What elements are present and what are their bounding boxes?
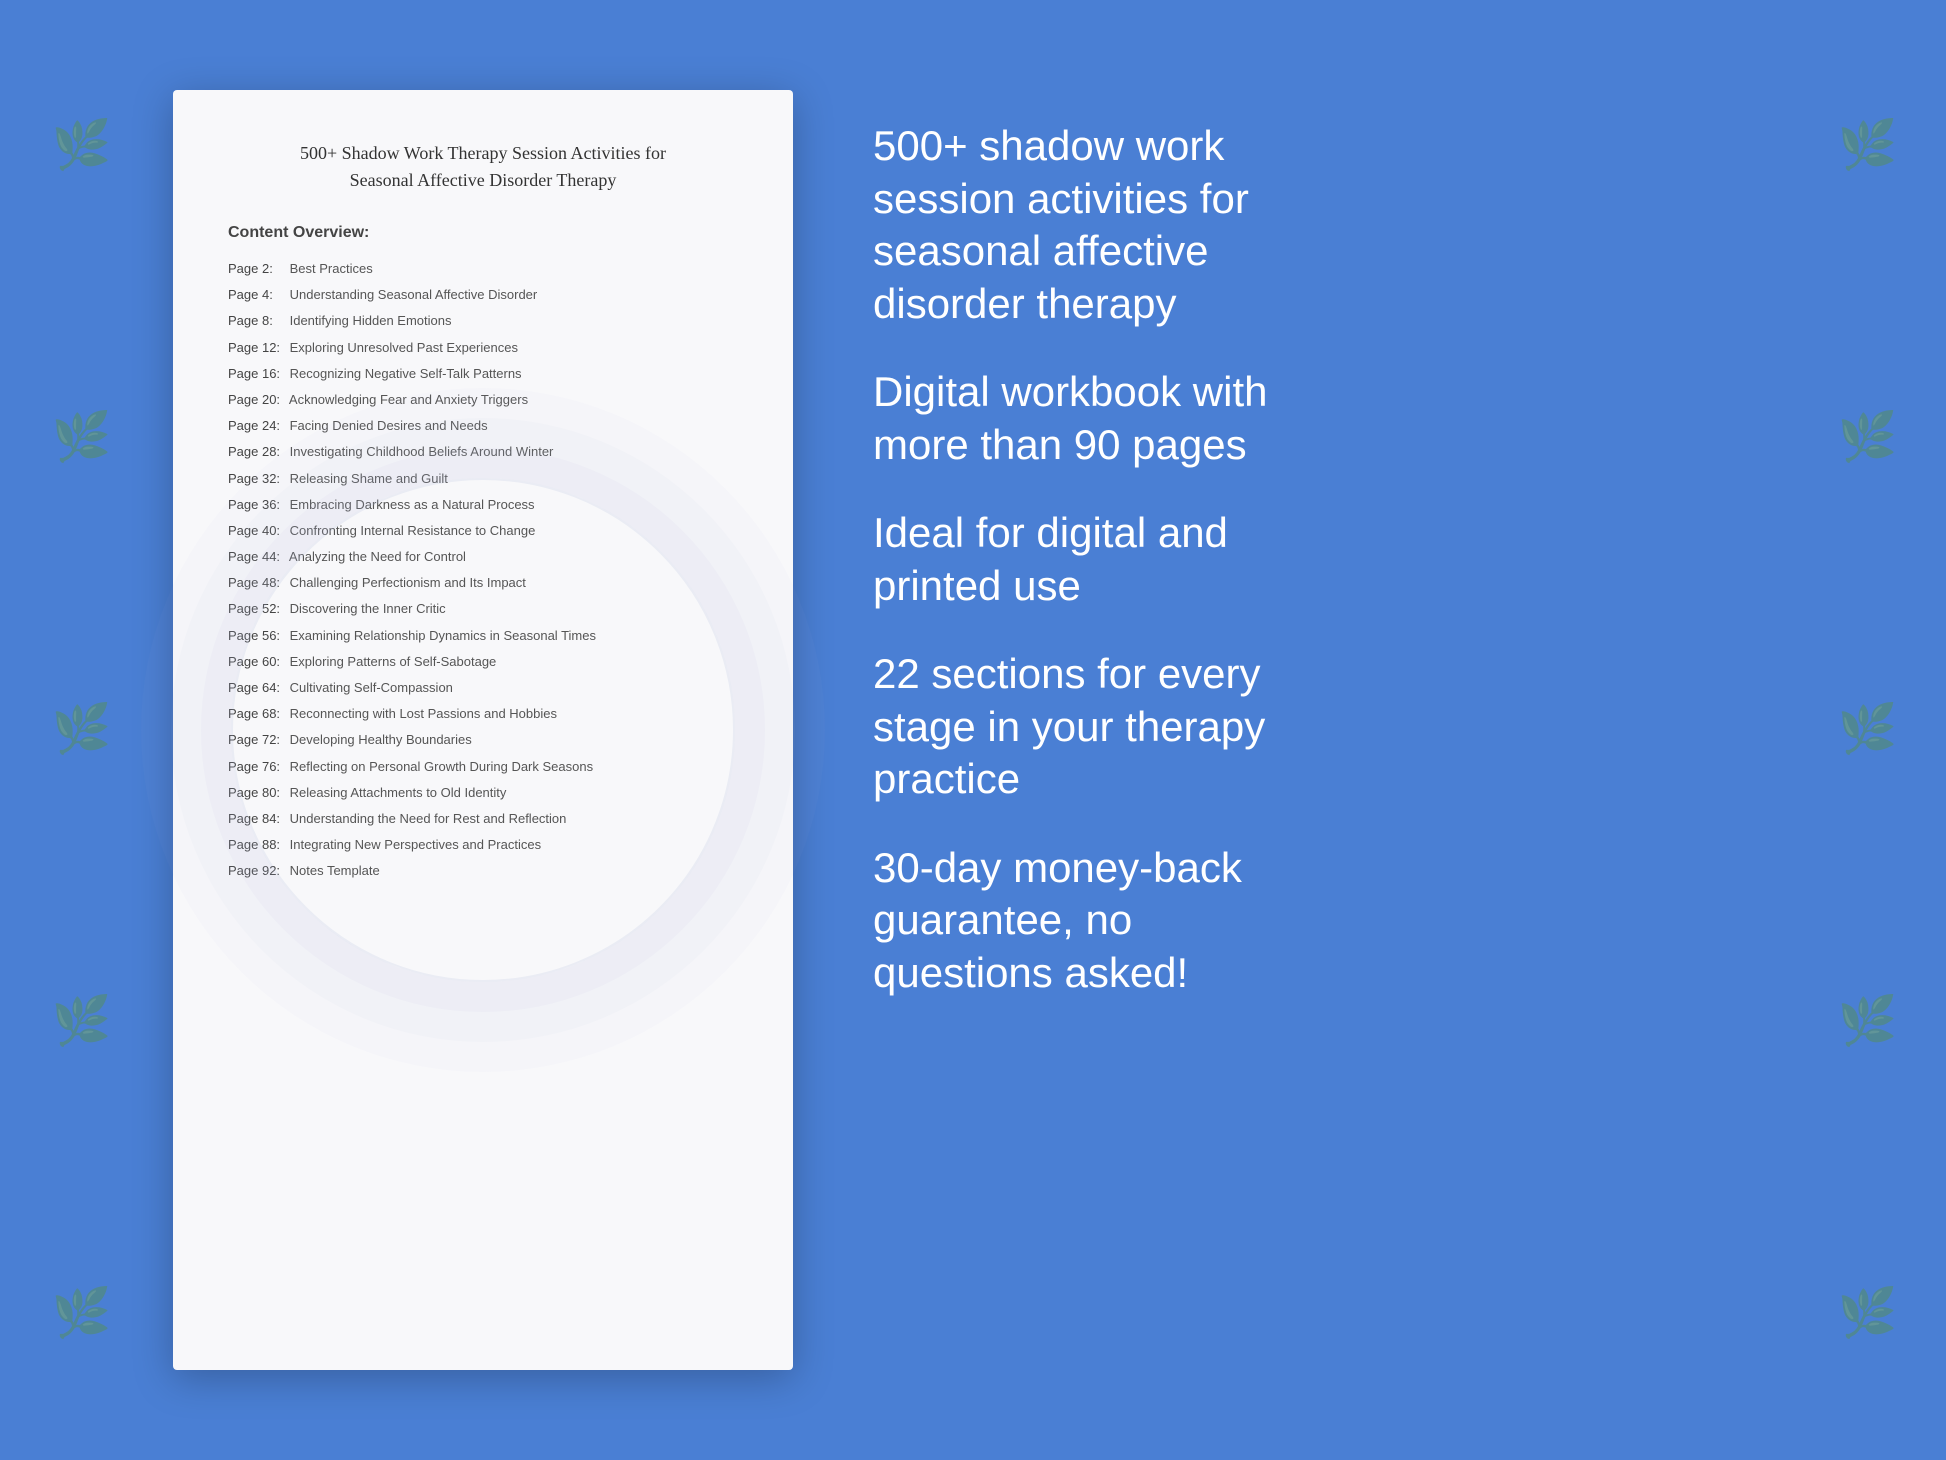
document-title: 500+ Shadow Work Therapy Session Activit… <box>228 140 738 194</box>
feature-item: Digital workbook with more than 90 pages <box>873 366 1773 471</box>
table-of-contents: Page 2: Best PracticesPage 4: Understand… <box>228 256 738 885</box>
toc-page-number: Page 12: <box>228 339 286 357</box>
toc-item: Page 80: Releasing Attachments to Old Id… <box>228 780 738 806</box>
toc-title: Recognizing Negative Self-Talk Patterns <box>286 366 522 381</box>
toc-item: Page 20: Acknowledging Fear and Anxiety … <box>228 387 738 413</box>
toc-title: Releasing Shame and Guilt <box>286 471 448 486</box>
toc-page-number: Page 76: <box>228 758 286 776</box>
toc-title: Notes Template <box>286 863 380 878</box>
toc-page-number: Page 4: <box>228 286 286 304</box>
toc-item: Page 48: Challenging Perfectionism and I… <box>228 570 738 596</box>
toc-title: Investigating Childhood Beliefs Around W… <box>286 444 553 459</box>
toc-title: Challenging Perfectionism and Its Impact <box>286 575 526 590</box>
toc-title: Confronting Internal Resistance to Chang… <box>286 523 535 538</box>
toc-title: Analyzing the Need for Control <box>286 549 466 564</box>
floral-sprig: 🌿 <box>1842 117 1890 176</box>
toc-title: Understanding Seasonal Affective Disorde… <box>286 287 537 302</box>
toc-page-number: Page 88: <box>228 836 286 854</box>
document-panel: 500+ Shadow Work Therapy Session Activit… <box>173 90 793 1370</box>
floral-decoration-left: 🌿 🌿 🌿 🌿 🌿 <box>0 0 160 1460</box>
toc-title: Exploring Patterns of Self-Sabotage <box>286 654 496 669</box>
toc-title: Embracing Darkness as a Natural Process <box>286 497 535 512</box>
toc-page-number: Page 68: <box>228 705 286 723</box>
toc-title: Exploring Unresolved Past Experiences <box>286 340 518 355</box>
toc-page-number: Page 32: <box>228 470 286 488</box>
floral-sprig: 🌿 <box>1842 1285 1890 1344</box>
toc-title: Discovering the Inner Critic <box>286 601 446 616</box>
toc-item: Page 24: Facing Denied Desires and Needs <box>228 413 738 439</box>
toc-page-number: Page 8: <box>228 312 286 330</box>
toc-title: Reflecting on Personal Growth During Dar… <box>286 759 593 774</box>
toc-page-number: Page 40: <box>228 522 286 540</box>
toc-title: Examining Relationship Dynamics in Seaso… <box>286 628 596 643</box>
toc-title: Best Practices <box>286 261 373 276</box>
toc-page-number: Page 56: <box>228 627 286 645</box>
toc-item: Page 84: Understanding the Need for Rest… <box>228 806 738 832</box>
toc-item: Page 8: Identifying Hidden Emotions <box>228 308 738 334</box>
toc-item: Page 12: Exploring Unresolved Past Exper… <box>228 335 738 361</box>
toc-title: Identifying Hidden Emotions <box>286 313 451 328</box>
main-content: 500+ Shadow Work Therapy Session Activit… <box>173 30 1773 1430</box>
toc-page-number: Page 52: <box>228 600 286 618</box>
feature-item: 22 sections for every stage in your ther… <box>873 648 1773 806</box>
toc-title: Cultivating Self-Compassion <box>286 680 453 695</box>
feature-item: Ideal for digital and printed use <box>873 507 1773 612</box>
floral-sprig: 🌿 <box>56 409 104 468</box>
toc-item: Page 72: Developing Healthy Boundaries <box>228 727 738 753</box>
feature-item: 30-day money-back guarantee, no question… <box>873 842 1773 1000</box>
toc-item: Page 88: Integrating New Perspectives an… <box>228 832 738 858</box>
toc-item: Page 40: Confronting Internal Resistance… <box>228 518 738 544</box>
toc-title: Reconnecting with Lost Passions and Hobb… <box>286 706 557 721</box>
toc-page-number: Page 84: <box>228 810 286 828</box>
toc-title: Developing Healthy Boundaries <box>286 732 472 747</box>
floral-sprig: 🌿 <box>56 117 104 176</box>
toc-item: Page 92: Notes Template <box>228 858 738 884</box>
toc-item: Page 52: Discovering the Inner Critic <box>228 596 738 622</box>
toc-item: Page 68: Reconnecting with Lost Passions… <box>228 701 738 727</box>
floral-sprig: 🌿 <box>1842 701 1890 760</box>
toc-page-number: Page 92: <box>228 862 286 880</box>
toc-item: Page 4: Understanding Seasonal Affective… <box>228 282 738 308</box>
toc-item: Page 76: Reflecting on Personal Growth D… <box>228 754 738 780</box>
toc-item: Page 64: Cultivating Self-Compassion <box>228 675 738 701</box>
toc-title: Releasing Attachments to Old Identity <box>286 785 506 800</box>
toc-page-number: Page 60: <box>228 653 286 671</box>
toc-page-number: Page 64: <box>228 679 286 697</box>
toc-header: Content Overview: <box>228 224 738 242</box>
toc-item: Page 56: Examining Relationship Dynamics… <box>228 623 738 649</box>
toc-page-number: Page 20: <box>228 391 286 409</box>
floral-sprig: 🌿 <box>1842 993 1890 1052</box>
toc-page-number: Page 16: <box>228 365 286 383</box>
toc-page-number: Page 72: <box>228 731 286 749</box>
toc-page-number: Page 44: <box>228 548 286 566</box>
toc-item: Page 16: Recognizing Negative Self-Talk … <box>228 361 738 387</box>
toc-title: Understanding the Need for Rest and Refl… <box>286 811 566 826</box>
floral-sprig: 🌿 <box>56 993 104 1052</box>
floral-sprig: 🌿 <box>56 701 104 760</box>
toc-page-number: Page 80: <box>228 784 286 802</box>
toc-item: Page 2: Best Practices <box>228 256 738 282</box>
features-panel: 500+ shadow work session activities for … <box>873 90 1773 999</box>
toc-item: Page 60: Exploring Patterns of Self-Sabo… <box>228 649 738 675</box>
toc-title: Integrating New Perspectives and Practic… <box>286 837 541 852</box>
toc-item: Page 32: Releasing Shame and Guilt <box>228 466 738 492</box>
floral-decoration-right: 🌿 🌿 🌿 🌿 🌿 <box>1786 0 1946 1460</box>
floral-sprig: 🌿 <box>56 1285 104 1344</box>
toc-item: Page 36: Embracing Darkness as a Natural… <box>228 492 738 518</box>
toc-page-number: Page 36: <box>228 496 286 514</box>
toc-page-number: Page 24: <box>228 417 286 435</box>
toc-title: Acknowledging Fear and Anxiety Triggers <box>286 392 528 407</box>
toc-item: Page 28: Investigating Childhood Beliefs… <box>228 439 738 465</box>
toc-page-number: Page 48: <box>228 574 286 592</box>
floral-sprig: 🌿 <box>1842 409 1890 468</box>
toc-title: Facing Denied Desires and Needs <box>286 418 488 433</box>
toc-page-number: Page 28: <box>228 443 286 461</box>
toc-item: Page 44: Analyzing the Need for Control <box>228 544 738 570</box>
toc-page-number: Page 2: <box>228 260 286 278</box>
feature-item: 500+ shadow work session activities for … <box>873 120 1773 330</box>
